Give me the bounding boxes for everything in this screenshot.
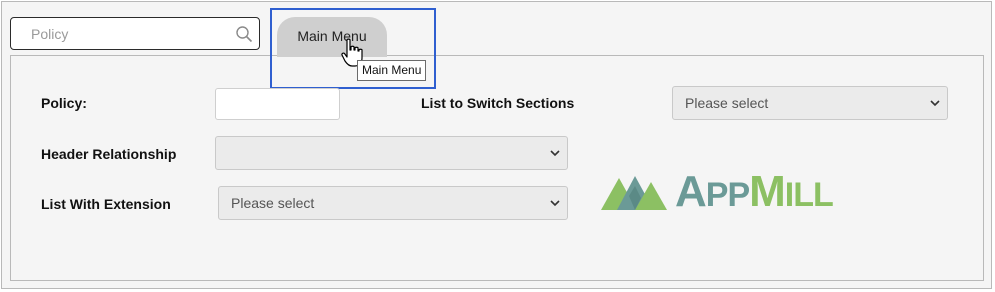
logo-wordmark: APPMILL [675, 167, 834, 216]
policy-field[interactable] [215, 88, 340, 120]
search-box[interactable] [10, 17, 260, 50]
header-relationship-select[interactable] [215, 136, 568, 170]
search-icon[interactable] [235, 25, 253, 43]
switch-sections-value: Please select [685, 95, 769, 111]
extension-label: List With Extension [41, 196, 171, 212]
switch-sections-select[interactable]: Please select [672, 86, 948, 120]
extension-select[interactable]: Please select [218, 186, 568, 220]
appmill-logo: APPMILL [601, 170, 851, 214]
search-input[interactable] [11, 18, 231, 49]
mountain-logo-icon [601, 176, 667, 210]
policy-label: Policy: [41, 95, 87, 111]
extension-value: Please select [231, 195, 315, 211]
chevron-down-icon [550, 200, 560, 207]
header-relationship-label: Header Relationship [41, 146, 177, 162]
chevron-down-icon [550, 150, 560, 157]
chevron-down-icon [930, 100, 940, 107]
tooltip-main-menu: Main Menu [357, 60, 427, 81]
switch-sections-label: List to Switch Sections [421, 95, 575, 111]
